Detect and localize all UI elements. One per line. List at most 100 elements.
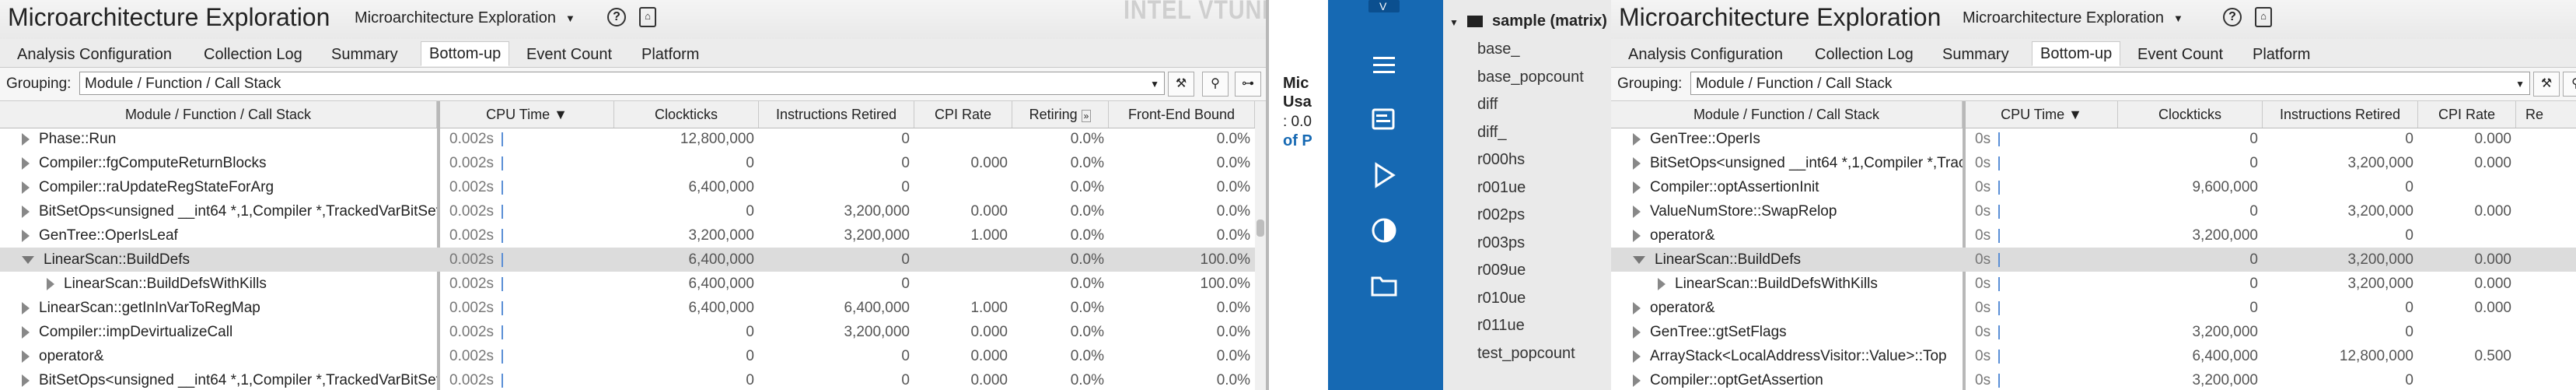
expand-right-icon[interactable] <box>22 301 30 314</box>
function-name-cell[interactable]: LinearScan::BuildDefs <box>1633 248 1963 272</box>
expand-right-icon[interactable] <box>22 350 30 363</box>
table-row[interactable]: Compiler::optAssertionInit 0s 9,600,000 0 <box>1611 175 2576 199</box>
table-row[interactable]: LinearScan::BuildDefsWithKills 0.002s 6,40… <box>0 272 1266 296</box>
project-result-item[interactable]: r009ue <box>1477 262 1526 279</box>
project-result-item[interactable]: r000hs <box>1477 151 1525 169</box>
column-header-cpi-rate[interactable]: CPI Rate <box>914 101 1012 128</box>
function-name-cell[interactable]: Phase::Run <box>22 127 437 151</box>
analysis-type-dropdown[interactable]: Microarchitecture Exploration ▼ <box>355 9 575 27</box>
table-row[interactable]: GenTree::OperIs 0s 0 0 0.000 <box>1611 127 2576 151</box>
table-row[interactable]: BitSetOps<unsigned __int64 *,1,Compiler … <box>0 368 1266 390</box>
table-row[interactable]: operator& 0s 0 0 0.000 <box>1611 296 2576 320</box>
expand-right-icon[interactable] <box>22 325 30 339</box>
project-result-item[interactable]: r001ue <box>1477 179 1526 197</box>
expand-right-icon[interactable] <box>1633 350 1641 363</box>
column-header-cpu-time[interactable]: CPU Time ▼ <box>440 101 614 128</box>
column-header-retiring[interactable]: Retiring » <box>1012 101 1109 128</box>
table-row[interactable]: Compiler::fgComputeReturnBlocks 0.002s 0 0 0… <box>0 151 1266 175</box>
function-name-cell[interactable]: Compiler::optGetAssertion <box>1633 368 1963 390</box>
tab-collection-log[interactable]: Collection Log <box>1807 43 1921 66</box>
project-result-item[interactable]: diff <box>1477 96 1498 114</box>
callstack-icon[interactable]: ⊶ <box>1235 72 1261 97</box>
table-row[interactable]: LinearScan::BuildDefs 0.002s 6,400,000 0 0.0… <box>0 248 1266 272</box>
table-row[interactable]: GenTree::gtSetFlags 0s 3,200,000 0 <box>1611 320 2576 344</box>
table-row[interactable]: LinearScan::BuildDefsWithKills 0s 0 3,200,0… <box>1611 272 2576 296</box>
bookmark-icon[interactable]: ⌂ <box>2255 7 2272 27</box>
project-result-item[interactable]: r003ps <box>1477 234 1525 252</box>
table-row[interactable]: operator& 0s 3,200,000 0 <box>1611 223 2576 248</box>
function-name-cell[interactable]: BitSetOps<unsigned __int64 *,1,Compiler … <box>22 199 437 223</box>
table-row[interactable]: Compiler::impDevirtualizeCall 0.002s 0 3,20… <box>0 320 1266 344</box>
expand-right-icon[interactable] <box>22 374 30 387</box>
function-name-cell[interactable]: Compiler::impDevirtualizeCall <box>22 320 437 344</box>
project-result-item[interactable]: test_popcount <box>1477 345 1575 363</box>
function-name-cell[interactable]: BitSetOps<unsigned __int64 *,1,Compiler … <box>1633 151 1963 175</box>
project-result-item[interactable]: r010ue <box>1477 290 1526 307</box>
function-name-cell[interactable]: Compiler::fgComputeReturnBlocks <box>22 151 437 175</box>
column-header-front-end-bound[interactable]: Front-End Bound <box>1109 101 1255 128</box>
function-name-cell[interactable]: LinearScan::BuildDefsWithKills <box>47 272 437 296</box>
function-name-cell[interactable]: LinearScan::getInInVarToRegMap <box>22 296 437 320</box>
function-name-cell[interactable]: GenTree::OperIs <box>1633 127 1963 151</box>
project-result-item[interactable]: base_ <box>1477 40 1520 58</box>
expand-right-icon[interactable] <box>1633 156 1641 170</box>
expand-right-icon[interactable] <box>1633 229 1641 242</box>
tab-bottom-up[interactable]: Bottom-up <box>421 41 510 66</box>
bookmark-icon[interactable]: ⌂ <box>639 7 656 27</box>
table-row[interactable]: Phase::Run 0.002s 12,800,000 0 0.0% 0.0% <box>0 127 1266 151</box>
function-name-cell[interactable]: operator& <box>1633 223 1963 248</box>
column-header-clockticks[interactable]: Clockticks <box>614 101 759 128</box>
column-header-function[interactable]: Module / Function / Call Stack <box>1611 101 1963 128</box>
tab-platform[interactable]: Platform <box>634 43 707 66</box>
menu-icon[interactable] <box>1362 44 1406 87</box>
function-name-cell[interactable]: ValueNumStore::SwapRelop <box>1633 199 1963 223</box>
column-header-clockticks[interactable]: Clockticks <box>2118 101 2263 128</box>
wrench-icon[interactable]: ⚒ <box>1168 72 1194 97</box>
tab-summary[interactable]: Summary <box>1935 43 2017 66</box>
search-icon[interactable]: ⚲ <box>1202 72 1229 97</box>
function-name-cell[interactable]: operator& <box>1633 296 1963 320</box>
column-header-instructions-retired[interactable]: Instructions Retired <box>759 101 914 128</box>
column-header-instructions-retired[interactable]: Instructions Retired <box>2263 101 2418 128</box>
expand-down-icon[interactable] <box>1633 255 1645 264</box>
column-header-function[interactable]: Module / Function / Call Stack <box>0 101 437 128</box>
tab-event-count[interactable]: Event Count <box>2130 43 2231 66</box>
scrollbar-thumb[interactable] <box>1257 220 1264 237</box>
expand-right-icon[interactable] <box>47 277 54 290</box>
expand-right-icon[interactable] <box>1633 132 1641 146</box>
compare-icon[interactable] <box>1362 209 1406 252</box>
column-header-cpu-time[interactable]: CPU Time ▼ <box>1966 101 2118 128</box>
search-icon[interactable]: ⚲ <box>2563 72 2576 97</box>
column-header-retiring[interactable]: Re <box>2516 101 2576 128</box>
project-root[interactable]: ▼ sample (matrix) <box>1449 12 1607 30</box>
project-result-item[interactable]: r011ue <box>1477 317 1525 335</box>
project-result-item[interactable]: diff_ <box>1477 124 1506 142</box>
function-name-cell[interactable]: Compiler::raUpdateRegStateForArg <box>22 175 437 199</box>
table-row[interactable]: ValueNumStore::SwapRelop 0s 0 3,200,000 0.00… <box>1611 199 2576 223</box>
table-row[interactable]: ArrayStack<LocalAddressVisitor::Value>::… <box>1611 344 2576 368</box>
expand-right-icon[interactable] <box>1633 181 1641 194</box>
table-row[interactable]: Compiler::optGetAssertion 0s 3,200,000 0 <box>1611 368 2576 390</box>
expand-right-icon[interactable] <box>1633 301 1641 314</box>
project-result-item[interactable]: base_popcount <box>1477 69 1584 86</box>
project-result-item[interactable]: r002ps <box>1477 206 1525 224</box>
column-header-cpi-rate[interactable]: CPI Rate <box>2418 101 2516 128</box>
fragment-link[interactable]: of P <box>1283 132 1312 150</box>
table-row[interactable]: LinearScan::BuildDefs 0s 0 3,200,000 0.000 <box>1611 248 2576 272</box>
expand-right-icon[interactable] <box>22 205 30 218</box>
function-name-cell[interactable]: LinearScan::BuildDefs <box>22 248 437 272</box>
project-icon[interactable] <box>1362 97 1406 141</box>
tab-collection-log[interactable]: Collection Log <box>196 43 310 66</box>
expand-down-icon[interactable] <box>22 255 34 264</box>
function-name-cell[interactable]: operator& <box>22 344 437 368</box>
expand-right-icon[interactable] <box>22 132 30 146</box>
expand-right-icon[interactable] <box>1633 374 1641 387</box>
function-name-cell[interactable]: GenTree::OperIsLeaf <box>22 223 437 248</box>
expand-right-icon[interactable] <box>1658 277 1665 290</box>
function-name-cell[interactable]: LinearScan::BuildDefsWithKills <box>1658 272 1963 296</box>
grouping-select[interactable]: Module / Function / Call Stack ▼ <box>1690 72 2530 95</box>
expand-right-icon[interactable] <box>1633 205 1641 218</box>
expand-right-icon[interactable] <box>1633 325 1641 339</box>
function-name-cell[interactable]: BitSetOps<unsigned __int64 *,1,Compiler … <box>22 368 437 390</box>
tab-platform[interactable]: Platform <box>2245 43 2318 66</box>
